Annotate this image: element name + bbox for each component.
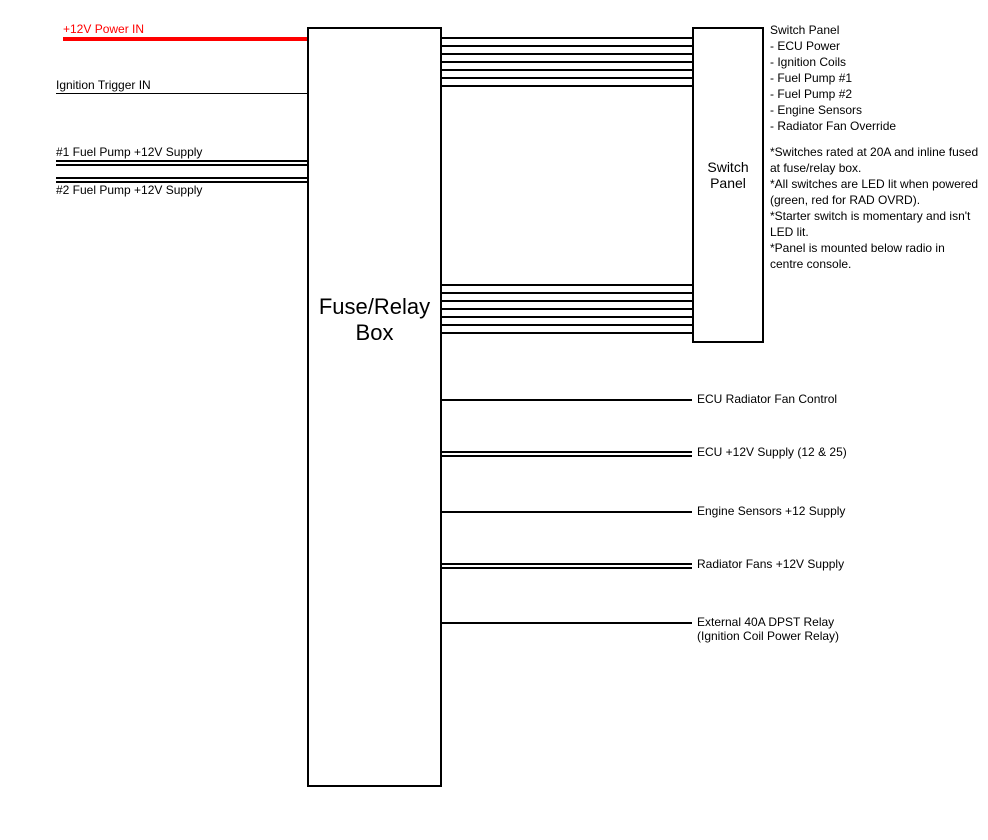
wire-fuel-pump-1-b bbox=[56, 164, 307, 166]
label-ext-relay: External 40A DPST Relay (Ignition Coil P… bbox=[697, 615, 839, 643]
label-rad-fans: Radiator Fans +12V Supply bbox=[697, 557, 844, 571]
label-engine-sensors: Engine Sensors +12 Supply bbox=[697, 504, 845, 518]
sp-item-1: - Ignition Coils bbox=[770, 54, 980, 70]
wire-rad-fans-a bbox=[442, 563, 692, 565]
wire-power-in bbox=[63, 37, 307, 41]
wire-fuel-pump-1-a bbox=[56, 160, 307, 162]
label-ecu-rad-fan: ECU Radiator Fan Control bbox=[697, 392, 837, 406]
label-ignition-trigger: Ignition Trigger IN bbox=[56, 78, 151, 92]
wiring-diagram: Fuse/Relay Box Switch Panel +12V Power I… bbox=[0, 0, 988, 840]
switch-panel-title-2: Panel bbox=[710, 175, 746, 191]
fuse-relay-box: Fuse/Relay Box bbox=[307, 27, 442, 787]
switch-panel-list: - ECU Power - Ignition Coils - Fuel Pump… bbox=[770, 38, 980, 134]
sp-note-0: *Switches rated at 20A and inline fused … bbox=[770, 144, 980, 176]
sp-item-3: - Fuel Pump #2 bbox=[770, 86, 980, 102]
wire-ecu-rad-fan bbox=[442, 399, 692, 401]
switch-panel-notes: Switch Panel - ECU Power - Ignition Coil… bbox=[770, 22, 980, 272]
wire-engine-sensors bbox=[442, 511, 692, 513]
wire-ext-relay bbox=[442, 622, 692, 624]
switch-panel-title: Switch Panel bbox=[694, 159, 762, 191]
sp-item-4: - Engine Sensors bbox=[770, 102, 980, 118]
wire-ecu-12v-b bbox=[442, 455, 692, 457]
fuse-relay-box-title-2: Box bbox=[356, 320, 394, 345]
sp-item-2: - Fuel Pump #1 bbox=[770, 70, 980, 86]
sp-note-3: *Panel is mounted below radio in centre … bbox=[770, 240, 980, 272]
fuse-relay-box-title-1: Fuse/Relay bbox=[319, 294, 430, 319]
switch-panel-box: Switch Panel bbox=[692, 27, 764, 343]
label-power-in: +12V Power IN bbox=[63, 22, 144, 36]
wire-ecu-12v-a bbox=[442, 451, 692, 453]
label-ext-relay-2: (Ignition Coil Power Relay) bbox=[697, 629, 839, 643]
wire-fuel-pump-2-a bbox=[56, 177, 307, 179]
sp-item-0: - ECU Power bbox=[770, 38, 980, 54]
sp-item-5: - Radiator Fan Override bbox=[770, 118, 980, 134]
sp-note-2: *Starter switch is momentary and isn't L… bbox=[770, 208, 980, 240]
switch-panel-heading: Switch Panel bbox=[770, 22, 980, 38]
sp-note-1: *All switches are LED lit when powered (… bbox=[770, 176, 980, 208]
label-fuel-pump-2: #2 Fuel Pump +12V Supply bbox=[56, 183, 202, 197]
fuse-relay-box-title: Fuse/Relay Box bbox=[309, 294, 440, 346]
label-ext-relay-1: External 40A DPST Relay bbox=[697, 615, 834, 629]
label-ecu-12v: ECU +12V Supply (12 & 25) bbox=[697, 445, 847, 459]
switch-panel-title-1: Switch bbox=[707, 159, 748, 175]
label-fuel-pump-1: #1 Fuel Pump +12V Supply bbox=[56, 145, 202, 159]
wire-rad-fans-b bbox=[442, 567, 692, 569]
wire-ignition-trigger bbox=[56, 93, 307, 94]
